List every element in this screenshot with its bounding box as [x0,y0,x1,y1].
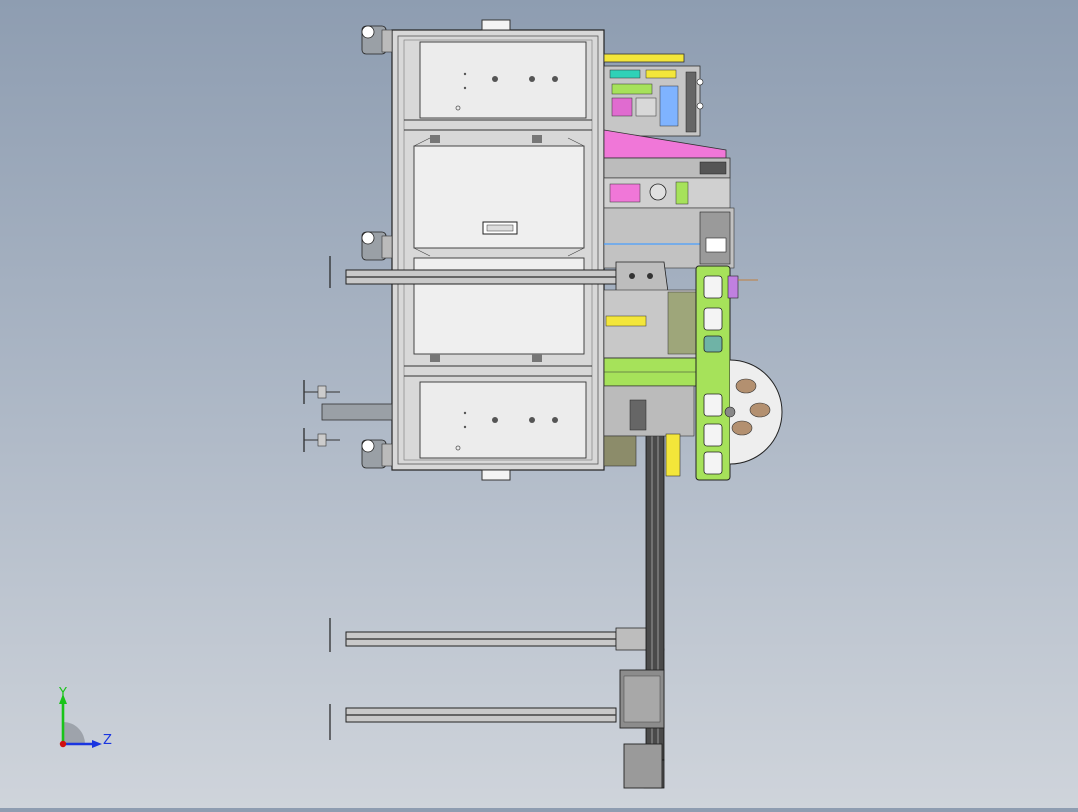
axis-triad-icon: Y Z [58,686,112,748]
caster-wheel-icon [361,25,393,55]
cabinet-panel-middle-upper [413,135,585,257]
motor-block [619,669,665,729]
column-carriage [615,261,669,293]
arm-rail-lower-1 [329,618,665,652]
cabinet-panel-top [404,41,592,131]
bottom-handle [481,469,511,481]
mechanism-upper [603,53,735,269]
cabinet-panel-bottom [419,381,587,459]
leveling-foot-icon [303,380,340,404]
axis-z-label: Z [103,733,112,748]
axis-y-label: Y [58,686,67,701]
reel-disc [724,359,783,465]
caster-wheel-icon [361,439,393,469]
cad-viewport[interactable]: Y Z [0,0,1078,808]
caster-wheel-icon [361,231,393,261]
top-handle [481,19,511,31]
leveling-foot-icon [303,428,340,452]
arm-rail-lower-2 [329,704,617,740]
foot-crossbar [321,403,393,421]
model-drawing: Y Z [58,19,783,789]
machine-cabinet [391,19,605,481]
motor-block [623,743,663,789]
